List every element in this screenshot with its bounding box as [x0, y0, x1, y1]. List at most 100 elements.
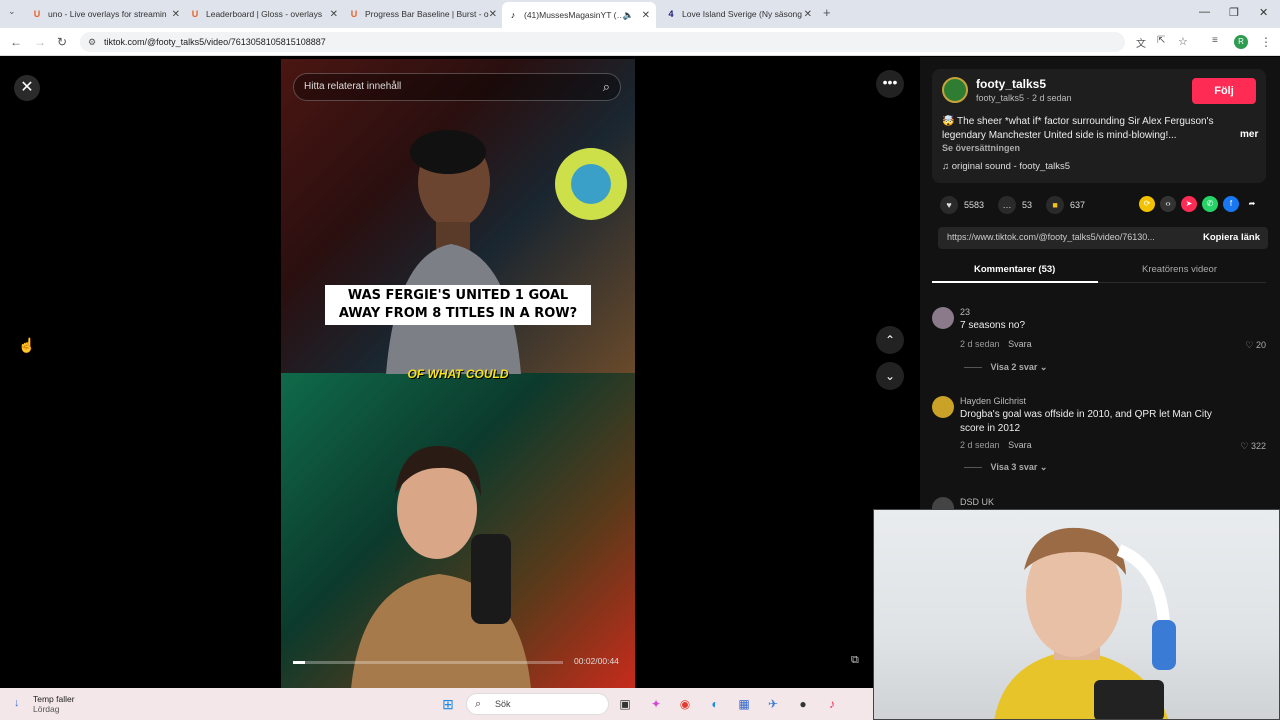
close-icon[interactable]: ✕	[489, 9, 497, 20]
taskbar-search-label: Sök	[495, 699, 511, 709]
tab-comments[interactable]: Kommentarer (53)	[974, 264, 1055, 275]
chevron-down-icon: ⌄	[1039, 462, 1048, 472]
url-field[interactable]: ⚙ tiktok.com/@footy_talks5/video/7613058…	[80, 32, 1125, 52]
browser-tab-4[interactable]: 4 Love Island Sverige (Ny säsong ✕	[666, 4, 812, 24]
search-icon[interactable]: ⌕	[603, 74, 610, 100]
comment-meta: 2 d sedan Svara	[960, 440, 1032, 450]
comment-like-count: 20	[1255, 340, 1266, 350]
comment-username[interactable]: DSD UK	[960, 497, 994, 507]
comment-username[interactable]: Hayden Gilchrist	[960, 396, 1026, 406]
comment-stat[interactable]: … 53	[998, 196, 1032, 214]
comment-avatar[interactable]	[932, 307, 954, 329]
bookmark-star-icon[interactable]: ☆	[1178, 35, 1188, 48]
app-icon[interactable]: ✈	[765, 696, 781, 712]
store-icon[interactable]: ▦	[736, 696, 752, 712]
close-icon[interactable]: ✕	[804, 9, 812, 20]
author-name[interactable]: footy_talks5	[976, 77, 1046, 91]
maximize-icon[interactable]: ❐	[1229, 6, 1239, 19]
comment-avatar[interactable]	[932, 396, 954, 418]
site-info-icon[interactable]: ⚙	[88, 32, 96, 52]
more-options-button[interactable]: •••	[876, 70, 904, 98]
bookmark-icon: ■	[1046, 196, 1065, 214]
description-more-link[interactable]: mer	[1240, 129, 1258, 140]
comment-likes[interactable]: ♡ 322	[1240, 441, 1266, 452]
tiktok-app-icon[interactable]: ♪	[824, 696, 840, 712]
view-replies-link[interactable]: Visa 3 svar ⌄	[964, 462, 1048, 473]
embed-icon[interactable]: ‹›	[1160, 196, 1176, 212]
menu-kebab-icon[interactable]: ⋮	[1260, 35, 1272, 49]
close-icon[interactable]: ✕	[642, 10, 650, 21]
chrome-icon[interactable]: ◉	[677, 696, 693, 712]
comment-count: 53	[1022, 200, 1033, 210]
tab-search-icon[interactable]: ⌄	[8, 6, 16, 17]
video-player[interactable]: Hitta relaterat innehåll ⌕ WAS FERGIE'S …	[281, 59, 635, 688]
windows-start-icon[interactable]: ⊞	[440, 696, 456, 712]
next-video-button[interactable]: ⌄	[876, 362, 904, 390]
whatsapp-icon[interactable]: ✆	[1202, 196, 1218, 212]
save-stat[interactable]: ■ 637	[1046, 196, 1085, 214]
reload-icon[interactable]: ↻	[57, 35, 67, 49]
football-decor	[555, 148, 627, 220]
edge-icon[interactable]: ◐	[707, 696, 723, 712]
u-icon: U	[350, 9, 358, 19]
browser-tab-3[interactable]: ♪ (41)MussesMagasinYT (@m 🔈 ✕	[502, 2, 656, 28]
related-search-input[interactable]: Hitta relaterat innehåll ⌕	[293, 73, 621, 101]
profile-avatar[interactable]: R	[1234, 35, 1248, 49]
minimize-icon[interactable]: —	[1199, 6, 1210, 18]
view-replies-link[interactable]: Visa 2 svar ⌄	[964, 362, 1048, 373]
heart-outline-icon: ♡	[1245, 340, 1254, 350]
reply-button[interactable]: Svara	[1008, 440, 1032, 450]
author-subtitle: footy_talks5 · 2 d sedan	[976, 93, 1072, 103]
browser-tab-0[interactable]: U uno - Live overlays for streamin ✕	[32, 4, 180, 24]
window-close-icon[interactable]: ✕	[1259, 6, 1268, 19]
install-icon[interactable]: ⇱	[1157, 35, 1165, 46]
speaker-icon[interactable]: 🔈	[623, 10, 634, 21]
see-translation-link[interactable]: Se översättningen	[942, 143, 1020, 153]
browser-tab-2[interactable]: U Progress Bar Baseline | Burst - o ✕	[349, 4, 497, 24]
podcast-guest-figure	[351, 445, 531, 688]
reply-button[interactable]: Svara	[1008, 339, 1032, 349]
repost-icon[interactable]: ⟳	[1139, 196, 1155, 212]
author-avatar[interactable]	[942, 77, 968, 103]
comment-username[interactable]: 23	[960, 307, 970, 317]
weather-subtitle: Lördag	[33, 704, 60, 714]
mouse-cursor: ☝	[18, 337, 36, 353]
tab-creator-videos[interactable]: Kreatörens videor	[1142, 264, 1217, 275]
close-video-button[interactable]: ✕	[14, 75, 40, 101]
share-link-url[interactable]: https://www.tiktok.com/@footy_talks5/vid…	[947, 232, 1175, 242]
address-bar: ← → ↻ ⚙ tiktok.com/@footy_talks5/video/7…	[0, 28, 1280, 56]
weather-title: Temp faller	[33, 694, 75, 704]
media-control-icon[interactable]: ≡	[1212, 35, 1218, 46]
back-icon[interactable]: ←	[10, 35, 22, 49]
copy-link-button[interactable]: Kopiera länk	[1203, 232, 1260, 243]
browser-tab-1[interactable]: U Leaderboard | Gloss - overlays ✕	[190, 4, 338, 24]
video-progress-bar[interactable]	[293, 661, 563, 664]
new-tab-icon[interactable]: +	[823, 5, 831, 20]
panel-tabs: Kommentarer (53) Kreatörens videor	[932, 259, 1266, 283]
forward-icon[interactable]: →	[34, 35, 46, 49]
share-arrow-icon[interactable]: ➦	[1244, 196, 1260, 212]
engagement-stats: ♥ 5583 … 53 ■ 637	[940, 196, 1099, 214]
previous-video-button[interactable]: ⌃	[876, 326, 904, 354]
comment-text: 7 seasons no?	[960, 320, 1026, 331]
video-subtitle: OF WHAT COULD	[407, 367, 509, 381]
sound-link[interactable]: ♫ original sound - footy_talks5	[942, 161, 1070, 172]
comment-time: 2 d sedan	[960, 339, 1000, 349]
copilot-icon[interactable]: ✦	[648, 696, 664, 712]
facebook-icon[interactable]: f	[1223, 196, 1239, 212]
u-icon: U	[33, 9, 41, 19]
comment-likes[interactable]: ♡ 20	[1245, 340, 1266, 351]
translate-icon[interactable]: 文	[1136, 35, 1146, 50]
close-icon[interactable]: ✕	[172, 9, 180, 20]
podcast-host-figure	[386, 130, 521, 374]
taskbar-search-input[interactable]: ⌕ Sök	[466, 693, 609, 715]
search-icon: ⌕	[475, 698, 482, 710]
close-icon[interactable]: ✕	[330, 9, 338, 20]
follow-button[interactable]: Följ	[1192, 78, 1256, 104]
task-view-icon[interactable]: ▣	[617, 696, 633, 712]
share-buttons: ⟳ ‹› ➤ ✆ f ➦	[1134, 196, 1260, 212]
picture-in-picture-icon[interactable]: ⧉	[851, 654, 859, 667]
obs-icon[interactable]: ●	[795, 696, 811, 712]
like-stat[interactable]: ♥ 5583	[940, 196, 984, 214]
send-to-friends-icon[interactable]: ➤	[1181, 196, 1197, 212]
